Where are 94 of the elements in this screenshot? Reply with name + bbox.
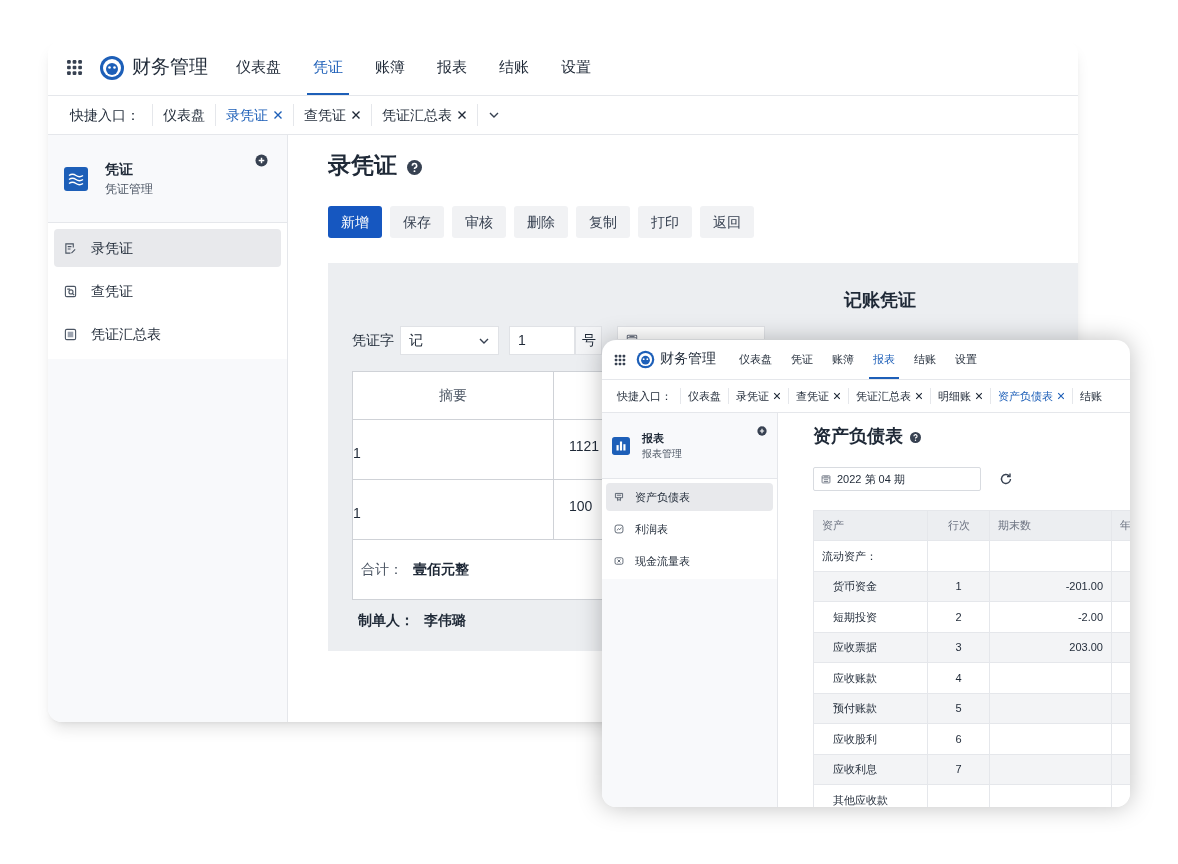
help-icon	[910, 432, 921, 443]
toolbar-button[interactable]: 复制	[576, 206, 630, 238]
toolbar-button[interactable]: 删除	[514, 206, 568, 238]
close-icon	[351, 110, 361, 120]
account-cell-text: 1121	[568, 437, 600, 456]
help-icon	[407, 159, 422, 175]
document-search-icon	[64, 284, 77, 298]
maker-name: 李伟璐	[424, 611, 466, 630]
module-title: 凭证	[105, 160, 134, 179]
quick-access-label: 快捷入口：	[617, 388, 673, 404]
asset-name-cell: 应收账款	[814, 663, 928, 694]
apps-grid-icon	[614, 353, 626, 366]
nav-tab[interactable]: 报表	[869, 340, 899, 379]
quick-access-label: 快捷入口：	[70, 105, 141, 125]
voucher-word-select[interactable]: 记	[400, 326, 499, 355]
close-icon	[1057, 392, 1065, 400]
toolbar-button[interactable]: 新增	[328, 206, 382, 238]
sidebar-item[interactable]: 资产负债表	[606, 483, 773, 511]
module-title: 报表	[642, 431, 665, 447]
voucher-number-field[interactable]: 1	[509, 326, 575, 355]
quick-tab[interactable]: 仪表盘	[152, 104, 215, 126]
monkey-logo-icon	[99, 54, 125, 81]
close-icon	[975, 392, 983, 400]
nav-tab[interactable]: 设置	[951, 340, 981, 379]
apps-grid-icon	[66, 59, 83, 76]
nav-tab[interactable]: 凭证	[307, 40, 349, 95]
quick-tab[interactable]: 凭证汇总表	[848, 388, 930, 404]
close-icon	[457, 110, 467, 120]
number-suffix: 号	[575, 326, 602, 355]
close-icon	[273, 110, 283, 120]
nav-tab[interactable]: 设置	[555, 40, 597, 95]
cash-icon	[614, 556, 624, 566]
calendar-icon	[821, 474, 831, 484]
add-circle-icon	[757, 426, 767, 436]
add-circle-icon	[255, 154, 268, 167]
date-field[interactable]	[617, 326, 765, 339]
monkey-logo-icon	[636, 350, 655, 369]
brand-name: 财务管理	[660, 350, 716, 369]
nav-tab[interactable]: 结账	[493, 40, 535, 95]
quick-tab[interactable]: 凭证汇总表	[371, 104, 477, 126]
quick-tab[interactable]: 资产负债表	[990, 388, 1072, 404]
close-icon	[773, 392, 781, 400]
asset-name-cell: 应收股利	[814, 724, 928, 755]
nav-tab[interactable]: 仪表盘	[735, 340, 776, 379]
amount-cell: -2.00	[990, 602, 1112, 633]
toolbar-button[interactable]: 保存	[390, 206, 444, 238]
total-label: 合计：	[361, 560, 403, 579]
nav-tab[interactable]: 账簿	[828, 340, 858, 379]
close-icon	[833, 392, 841, 400]
asset-name-cell: 短期投资	[814, 602, 928, 633]
toolbar-button[interactable]: 打印	[638, 206, 692, 238]
line-chart-icon	[614, 524, 624, 534]
nav-tab[interactable]: 仪表盘	[230, 40, 287, 95]
total-amount: 壹佰元整	[413, 560, 469, 579]
bar-chart-icon	[612, 436, 630, 455]
waves-icon	[64, 166, 88, 191]
page-title: 录凭证	[328, 150, 397, 180]
quick-tab[interactable]: 录凭证	[728, 388, 788, 404]
sidebar-item[interactable]: 录凭证	[54, 229, 281, 267]
quick-tab[interactable]: 结账	[1072, 388, 1109, 404]
toolbar-button[interactable]: 审核	[452, 206, 506, 238]
period-field[interactable]: 2022 第 04 期	[813, 467, 981, 491]
document-edit-icon	[64, 241, 77, 255]
table-cell	[928, 541, 990, 572]
module-subtitle: 报表管理	[642, 446, 682, 461]
row-number-cell: 6	[928, 724, 990, 755]
column-header: 摘要	[353, 372, 554, 419]
summary-cell: 1	[353, 420, 554, 479]
voucher-title: 记账凭证	[842, 289, 917, 312]
page-title: 资产负债表	[813, 424, 903, 448]
asset-name-cell: 流动资产：	[814, 541, 928, 572]
maker-label: 制单人：	[358, 611, 414, 630]
table-icon	[64, 327, 77, 341]
brand-name: 财务管理	[132, 55, 208, 80]
row-number-cell: 4	[928, 663, 990, 694]
asset-name-cell: 其他应收款	[814, 785, 928, 807]
nav-tab[interactable]: 账簿	[369, 40, 411, 95]
quick-tab[interactable]: 仪表盘	[680, 388, 728, 404]
toolbar-button[interactable]: 返回	[700, 206, 754, 238]
nav-tab[interactable]: 报表	[431, 40, 473, 95]
field-label: 凭证字	[352, 331, 394, 350]
receipt-icon	[614, 492, 624, 502]
close-icon	[915, 392, 923, 400]
summary-cell: 1	[353, 480, 554, 539]
quick-tab[interactable]: 查凭证	[293, 104, 371, 126]
nav-tab[interactable]: 结账	[910, 340, 940, 379]
nav-tab[interactable]: 凭证	[787, 340, 817, 379]
row-number-cell: 2	[928, 602, 990, 633]
quick-tab[interactable]: 查凭证	[788, 388, 848, 404]
quick-tab[interactable]: 明细账	[930, 388, 990, 404]
refresh-button[interactable]	[999, 472, 1013, 486]
module-subtitle: 凭证管理	[105, 181, 153, 198]
account-cell-text: 100	[568, 497, 593, 516]
quick-tab[interactable]: 录凭证	[215, 104, 293, 126]
